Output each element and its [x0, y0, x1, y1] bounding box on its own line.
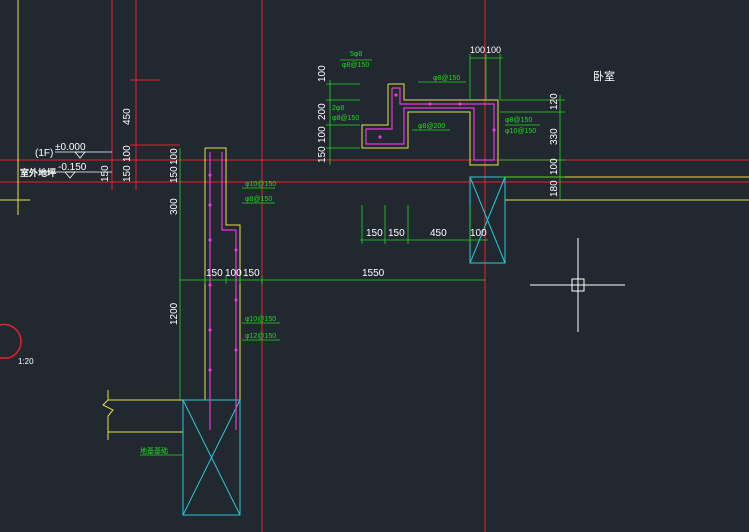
- rebar-callout: φ12@150: [245, 333, 276, 340]
- cad-drawing-canvas[interactable]: (1F) ±0.000 室外地坪 -0.150 卧室 1:20 450 100 …: [0, 0, 749, 532]
- room-label: 卧室: [593, 69, 615, 83]
- rebar-callout: φ8@150: [245, 196, 272, 203]
- dim-text: 300: [169, 198, 180, 215]
- rebar-wall-inner: [221, 152, 237, 430]
- rebar-dot: [208, 283, 212, 287]
- dim-text: 100: [225, 268, 242, 279]
- dim-text: 100: [317, 65, 328, 82]
- rebar-dot: [234, 348, 238, 352]
- axis-lines: [0, 0, 749, 532]
- dim-text: 100: [470, 45, 485, 55]
- dim-text: 100: [169, 148, 180, 165]
- rebar-dot: [208, 173, 212, 177]
- dim-text: 450: [430, 228, 447, 239]
- dim-text: 450: [122, 108, 133, 125]
- rebar-dot: [378, 135, 382, 139]
- dim-text: 120: [549, 93, 560, 110]
- rebar-callout: φ10@150: [245, 316, 276, 323]
- rebar-dot: [208, 328, 212, 332]
- rebar-dot: [208, 203, 212, 207]
- rebar-lines: [209, 87, 495, 430]
- axis-bubble-icon: [0, 323, 22, 359]
- dim-text: 100: [549, 158, 560, 175]
- dim-text: 150: [169, 166, 180, 183]
- rebar-callout: φ10@150: [245, 181, 276, 188]
- rebar-callout: φ8@150: [342, 62, 369, 69]
- dim-text: 180: [549, 180, 560, 197]
- dim-text: 100: [470, 228, 487, 239]
- rebar-dot: [208, 238, 212, 242]
- floor-level: ±0.000: [55, 142, 86, 153]
- dim-text: 150: [388, 228, 405, 239]
- rebar-callout: φ8@150: [332, 115, 359, 122]
- rebar-callout: 2φ8: [332, 105, 344, 112]
- dim-text: 200: [317, 103, 328, 120]
- scale-label: 1:20: [18, 357, 34, 366]
- rebar-callout: φ8@150: [505, 117, 532, 124]
- rebar-callout: φ8@150: [433, 75, 460, 82]
- rebar-dot: [234, 248, 238, 252]
- outdoor-label: 室外地坪: [20, 167, 56, 178]
- rebar-dot: [234, 298, 238, 302]
- floor-label: (1F): [35, 148, 53, 159]
- crosshair-cursor-icon[interactable]: [530, 238, 625, 332]
- dim-text: 150: [317, 146, 328, 163]
- outdoor-level: -0.150: [58, 162, 87, 173]
- rebar-dot: [394, 93, 398, 97]
- dim-text: 100: [122, 145, 133, 162]
- rebar-dot: [492, 128, 496, 132]
- pile-boxes: [182, 176, 506, 516]
- dim-text: 1200: [169, 302, 180, 325]
- rebar-callout: 地基基础: [140, 446, 168, 455]
- dim-text: 1550: [362, 268, 385, 279]
- rebar-dot: [208, 368, 212, 372]
- rebar-dot: [458, 102, 462, 106]
- dim-text: 150: [206, 268, 223, 279]
- rebar-dots: [208, 93, 496, 372]
- rebar-callout: φ10@150: [505, 128, 536, 135]
- dim-text: 150: [243, 268, 260, 279]
- dim-text: 100: [317, 126, 328, 143]
- dim-text: 150: [366, 228, 383, 239]
- dim-text: 150: [122, 165, 133, 182]
- rebar-callout: 5φ8: [350, 51, 362, 58]
- dim-text: 100: [486, 45, 501, 55]
- dim-text: 330: [549, 128, 560, 145]
- dim-text: 150: [100, 165, 111, 182]
- rebar-callout: φ8@200: [418, 123, 445, 130]
- rebar-dot: [428, 102, 432, 106]
